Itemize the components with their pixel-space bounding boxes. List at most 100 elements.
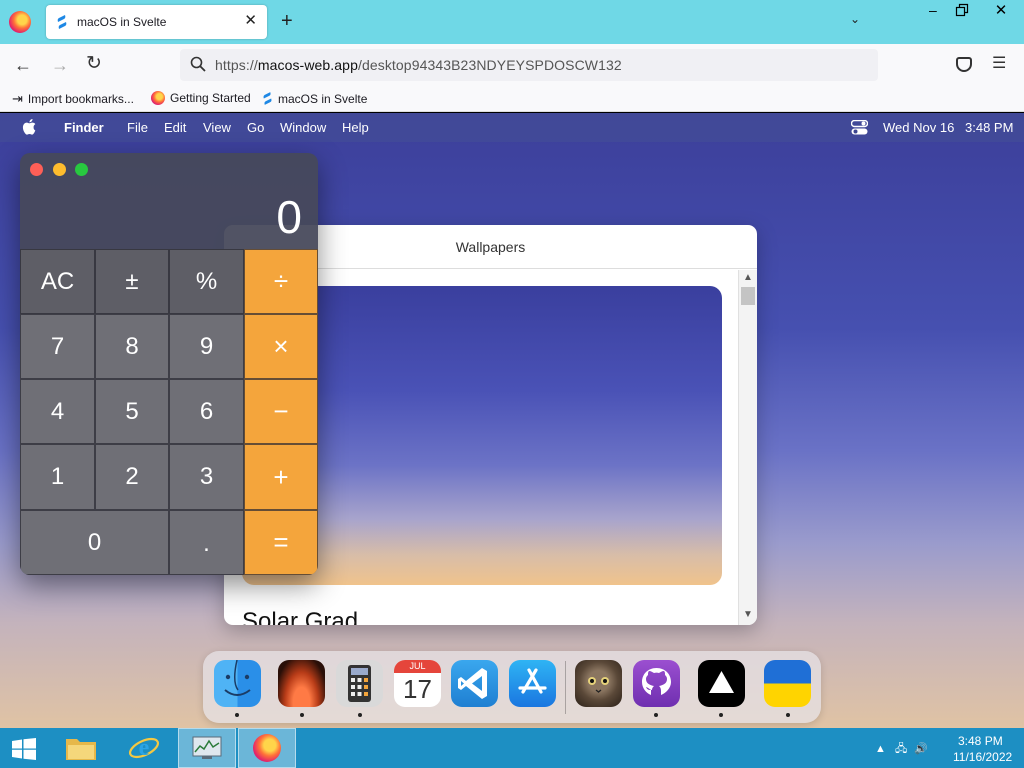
key-minus[interactable]: − [244,379,318,444]
running-indicator [358,713,362,717]
task-manager-icon [192,736,222,759]
pocket-icon[interactable] [956,57,972,72]
menu-window[interactable]: Window [280,120,326,135]
scroll-thumb[interactable] [741,287,755,305]
dock: JUL 17 [203,651,821,723]
vercel-icon[interactable] [698,660,745,707]
url-path: /desktop94343B23NDYEYSPDOSCW132 [357,57,622,73]
key-ac[interactable]: AC [20,249,95,314]
key-1[interactable]: 1 [20,444,95,510]
menu-view[interactable]: View [203,120,231,135]
menubar-app-name[interactable]: Finder [64,120,104,135]
key-sign[interactable]: ± [95,249,169,314]
key-8[interactable]: 8 [95,314,169,379]
key-0[interactable]: 0 [20,510,169,575]
taskbar-task-manager[interactable] [178,728,236,768]
menubar-date[interactable]: Wed Nov 16 [883,120,954,135]
calculator-app-icon[interactable] [336,660,383,707]
bookmark-label: Import bookmarks... [27,92,134,106]
key-7[interactable]: 7 [20,314,95,379]
search-icon [190,56,206,72]
close-traffic-light[interactable] [30,163,43,176]
app-store-icon[interactable] [509,660,556,707]
url-bar[interactable]: https://macos-web.app/desktop94343B23NDY… [180,49,878,81]
bookmark-import[interactable]: ⇥ Import bookmarks... [12,91,134,107]
key-4[interactable]: 4 [20,379,95,444]
firefox-icon[interactable] [9,11,31,33]
url-text[interactable]: https://macos-web.app/desktop94343B23NDY… [215,57,622,73]
taskbar-time[interactable]: 3:48 PM [958,734,1003,748]
key-multiply[interactable]: × [244,314,318,379]
close-tab-icon[interactable]: ✕ [244,12,257,30]
macos-desktop: Finder File Edit View Go Window Help Wed… [0,113,1024,728]
control-center-icon[interactable] [851,120,868,135]
calculator-window: 0 AC ± % ÷ 7 8 9 × 4 5 6 − 1 2 3 + 0 . = [20,153,318,575]
ukraine-flag-icon[interactable] [764,660,811,707]
bookmark-getting-started[interactable]: Getting Started [151,91,251,105]
windows-start-icon[interactable] [12,738,36,760]
list-all-tabs-icon[interactable]: ⌄ [850,12,860,26]
running-indicator [300,713,304,717]
restore-window-icon[interactable] [955,3,969,17]
key-3[interactable]: 3 [169,444,244,510]
github-icon[interactable] [633,660,680,707]
close-window-icon[interactable]: ✕ [978,0,1024,22]
svg-text:e: e [139,735,150,761]
key-plus[interactable]: + [244,444,318,510]
scroll-up-icon[interactable]: ▲ [743,272,753,283]
menu-file[interactable]: File [127,120,148,135]
zoom-traffic-light[interactable] [75,163,88,176]
key-equals[interactable]: = [244,510,318,575]
apple-logo-icon[interactable] [22,118,36,135]
finder-icon[interactable] [214,660,261,707]
key-2[interactable]: 2 [95,444,169,510]
running-indicator [235,713,239,717]
url-prefix: https:// [215,57,258,73]
taskbar-firefox[interactable] [238,728,296,768]
running-indicator [786,713,790,717]
browser-tab[interactable]: macOS in Svelte ✕ [46,5,267,39]
key-decimal[interactable]: . [169,510,244,575]
tray-expand-icon[interactable]: ▲ [875,743,886,755]
system-tray: ▲ 🖧 🔊 [875,740,928,759]
taskbar-date[interactable]: 11/16/2022 [953,750,1012,764]
vscode-icon[interactable] [451,660,498,707]
key-9[interactable]: 9 [169,314,244,379]
menu-go[interactable]: Go [247,120,264,135]
internet-explorer-icon: e [128,735,160,761]
calendar-icon[interactable]: JUL 17 [394,660,441,707]
running-indicator [654,713,658,717]
minimize-window-icon[interactable]: – [929,2,943,18]
bookmark-label: macOS in Svelte [278,91,368,106]
taskbar-internet-explorer[interactable]: e [115,728,173,768]
key-divide[interactable]: ÷ [244,249,318,314]
scrollbar[interactable]: ▲ ▼ [738,270,757,625]
volume-icon[interactable]: 🔊 [914,743,928,755]
minimize-traffic-light[interactable] [53,163,66,176]
browser-tab-strip: macOS in Svelte ✕ + ⌄ – ✕ [0,0,1024,44]
reload-icon[interactable]: ↻ [86,53,102,75]
svelte-favicon-icon [263,92,272,105]
menubar-time[interactable]: 3:48 PM [965,120,1013,135]
taskbar-file-explorer[interactable] [52,728,110,768]
key-percent[interactable]: % [169,249,244,314]
menu-edit[interactable]: Edit [164,120,186,135]
menu-help[interactable]: Help [342,120,369,135]
network-icon[interactable]: 🖧 [895,743,907,755]
hamburger-menu-icon[interactable]: ☰ [992,56,1006,72]
cat-avatar-icon[interactable] [575,660,622,707]
key-6[interactable]: 6 [169,379,244,444]
tab-title: macOS in Svelte [77,15,167,29]
calculator-display: 0 [276,191,302,243]
bookmark-macos-svelte[interactable]: macOS in Svelte [262,91,367,106]
new-tab-button[interactable]: + [281,10,293,32]
scroll-down-icon[interactable]: ▼ [743,609,753,620]
wallpapers-app-icon[interactable] [278,660,325,707]
firefox-icon [253,734,281,762]
dock-separator [565,661,566,714]
windows-taskbar: e ▲ 🖧 🔊 3:48 PM 11/16/2022 [0,728,1024,768]
forward-arrow-icon[interactable]: → [51,55,69,75]
key-5[interactable]: 5 [95,379,169,444]
svelte-favicon-icon [57,15,67,29]
back-arrow-icon[interactable]: ← [14,55,32,75]
